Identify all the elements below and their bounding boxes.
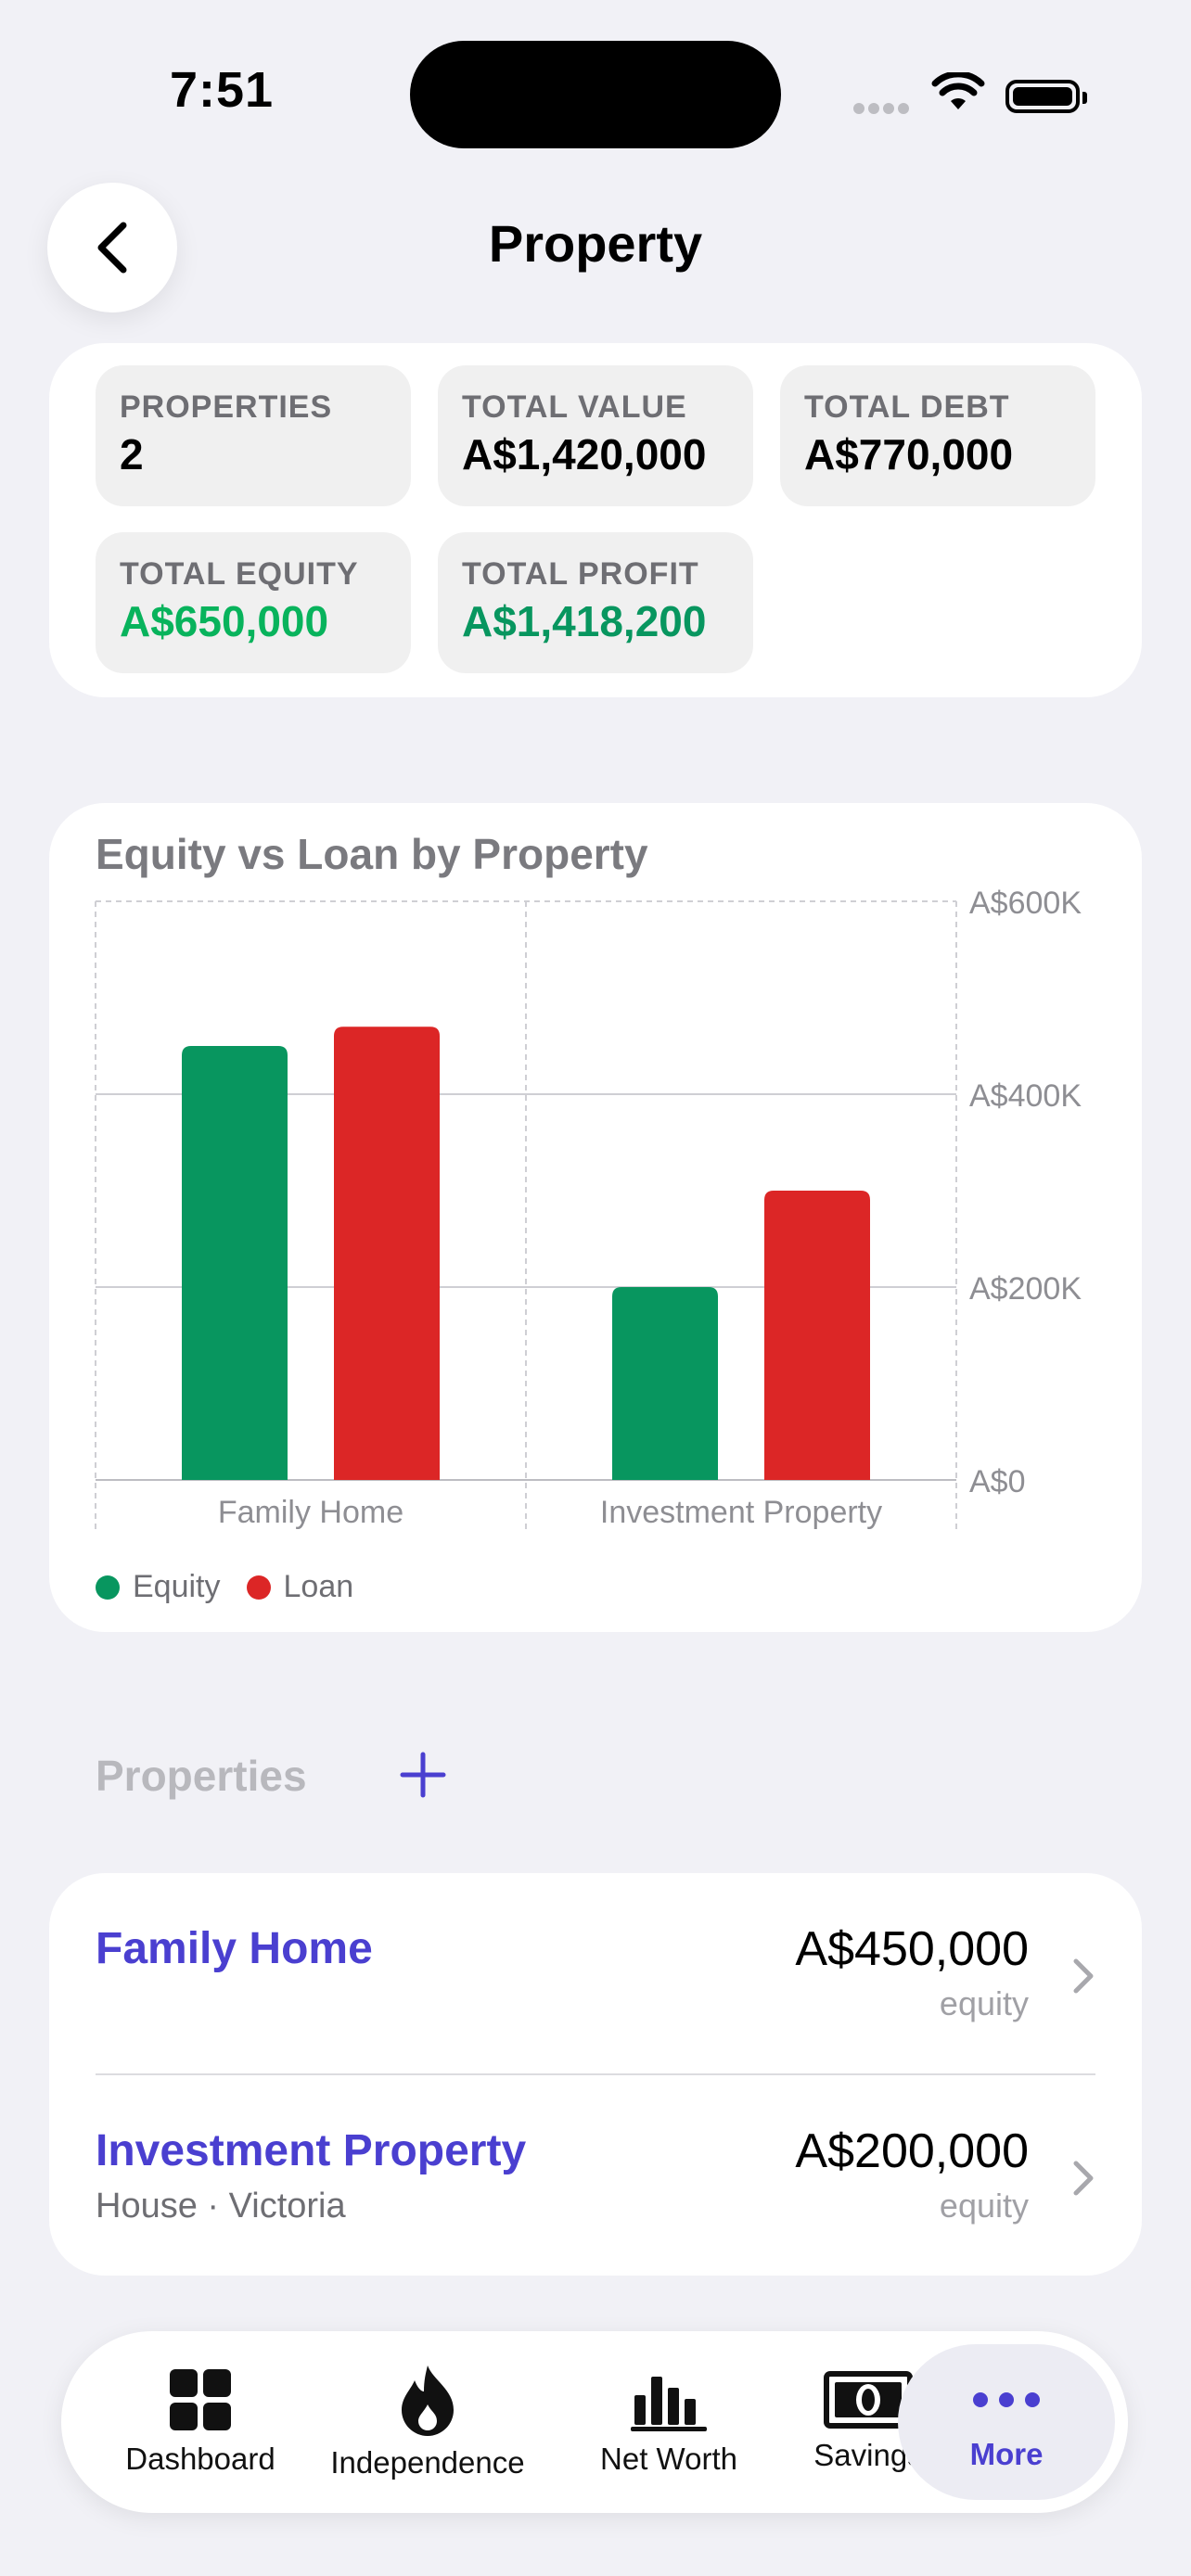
equity-dot-icon (96, 1575, 120, 1600)
x-tick-label: Family Home (218, 1495, 403, 1530)
property-equity-amount: A$200,000 (795, 2124, 1029, 2178)
legend-label: Loan (283, 1569, 354, 1604)
legend-item-loan: Loan (246, 1569, 354, 1605)
bar-chart-icon (631, 2377, 707, 2431)
tile-value: 2 (120, 430, 144, 478)
properties-section-title: Properties (96, 1752, 307, 1800)
property-row-family-home[interactable]: Family Home A$450,000 equity (49, 1873, 1142, 2075)
total-debt-tile: TOTAL DEBT A$770,000 (780, 365, 1095, 506)
battery-icon (1005, 80, 1087, 113)
bar-loan-0 (334, 1027, 440, 1480)
tab-label: Independence (330, 2445, 525, 2480)
tile-label: PROPERTIES (120, 389, 333, 425)
bar-equity-0 (182, 1046, 288, 1480)
tile-value: A$1,420,000 (462, 430, 707, 478)
add-property-button[interactable] (393, 1745, 453, 1804)
property-equity-amount: A$450,000 (795, 1922, 1029, 1976)
tab-more[interactable]: More (898, 2344, 1115, 2500)
property-subtitle: House · Victoria (96, 2187, 346, 2225)
wifi-icon (931, 72, 985, 109)
property-name: Investment Property (96, 2126, 527, 2175)
tab-net-worth[interactable]: Net Worth (562, 2331, 775, 2513)
summary-card: PROPERTIES 2 TOTAL VALUE A$1,420,000 TOT… (49, 343, 1142, 697)
tile-label: TOTAL DEBT (804, 389, 1010, 425)
flame-icon (402, 2366, 454, 2436)
property-name: Family Home (96, 1924, 373, 1973)
legend-item-equity: Equity (96, 1569, 221, 1605)
property-equity-unit: equity (939, 2187, 1029, 2225)
tab-bar: Dashboard Independence Net Worth Savings (61, 2331, 1128, 2513)
cellular-signal-icon (853, 102, 913, 119)
tab-dashboard[interactable]: Dashboard (61, 2331, 339, 2513)
tile-label: TOTAL EQUITY (120, 556, 359, 592)
total-value-tile: TOTAL VALUE A$1,420,000 (438, 365, 753, 506)
tile-label: TOTAL PROFIT (462, 556, 699, 592)
properties-count-tile: PROPERTIES 2 (96, 365, 411, 506)
y-tick-label: A$200K (969, 1271, 1082, 1307)
tile-value: A$770,000 (804, 430, 1014, 478)
y-tick-label: A$600K (969, 886, 1082, 921)
equity-loan-chart: A$0 A$200K A$400K A$600K Family Home Investme… (95, 886, 1082, 1532)
y-tick-label: A$0 (969, 1464, 1026, 1499)
tile-value: A$650,000 (120, 597, 329, 645)
tab-label: More (969, 2437, 1044, 2471)
chevron-right-icon (1073, 1958, 1094, 1994)
status-time: 7:51 (170, 62, 275, 118)
properties-list: Family Home A$450,000 equity Investment … (49, 1873, 1142, 2276)
tab-label: Net Worth (600, 2442, 737, 2476)
tab-independence[interactable]: Independence (312, 2331, 544, 2513)
chart-card: Equity vs Loan by Property A$0 A$200K A$40… (49, 803, 1142, 1632)
total-equity-tile: TOTAL EQUITY A$650,000 (96, 532, 411, 673)
page-title: Property (488, 214, 703, 273)
grid-icon (170, 2369, 231, 2430)
total-profit-tile: TOTAL PROFIT A$1,418,200 (438, 532, 753, 673)
plus-icon (400, 1752, 446, 1798)
legend-label: Equity (133, 1569, 221, 1604)
tile-label: TOTAL VALUE (462, 389, 687, 425)
property-equity-unit: equity (939, 1984, 1029, 2022)
y-tick-label: A$400K (969, 1078, 1082, 1114)
tab-label: Dashboard (125, 2442, 275, 2476)
chart-legend: Equity Loan (96, 1569, 379, 1605)
loan-dot-icon (246, 1575, 271, 1600)
bar-loan-1 (764, 1191, 870, 1480)
bar-equity-1 (612, 1287, 718, 1480)
x-tick-label: Investment Property (600, 1495, 882, 1530)
tile-value: A$1,418,200 (462, 597, 707, 645)
chevron-right-icon (1073, 2161, 1094, 2196)
dynamic-island (410, 41, 781, 148)
property-row-investment-property[interactable]: Investment Property House · Victoria A$2… (49, 2075, 1142, 2276)
ellipsis-icon (973, 2392, 1040, 2407)
